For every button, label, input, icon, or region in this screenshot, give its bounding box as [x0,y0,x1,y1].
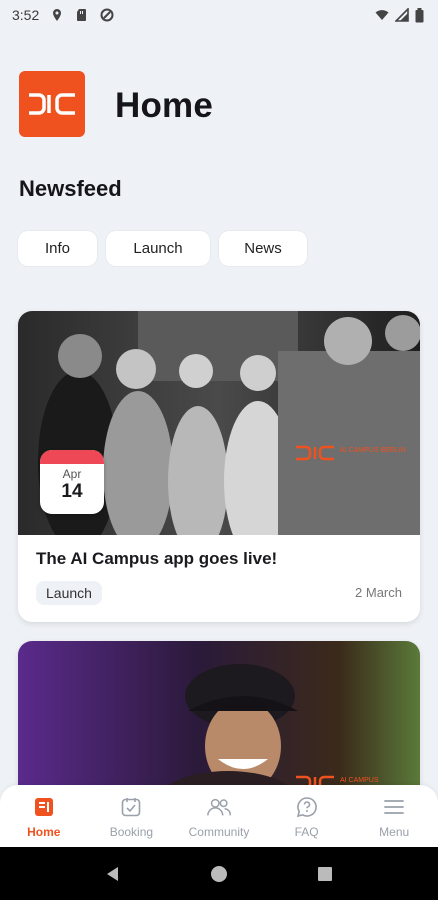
date-day: 14 [61,481,83,502]
news-card-tag: Launch [36,581,102,605]
nav-item-community[interactable]: Community [175,785,263,847]
nav-item-booking[interactable]: Booking [88,785,176,847]
menu-icon [381,794,407,820]
page-title: Home [115,86,214,125]
nav-label-community: Community [188,825,250,839]
nav-item-menu[interactable]: Menu [350,785,438,847]
faq-icon [294,794,320,820]
status-bar: 3:52 [0,0,438,30]
sd-card-icon [77,9,87,21]
nav-label-menu: Menu [379,825,410,839]
wifi-icon [375,10,389,20]
smiling-woman-photo: AI CAMPUS [18,641,420,801]
newsfeed-title: Newsfeed [19,176,122,201]
news-card-date: 2 March [355,585,402,600]
filter-chip-news[interactable]: News [219,231,307,266]
status-right [375,7,424,23]
nav-label-faq: FAQ [294,825,319,839]
nav-label-home: Home [27,825,61,839]
filter-chips: Info Launch News [18,231,307,266]
event-date-badge: Apr 14 [40,450,104,514]
system-nav-bar [0,847,438,900]
status-time: 3:52 [12,7,40,23]
news-card-title: The AI Campus app goes live! [36,549,278,568]
nav-item-faq[interactable]: FAQ [263,785,351,847]
date-month: Apr [62,467,82,481]
nav-item-home[interactable]: Home [0,785,88,847]
dic-logo-icon [29,93,75,115]
home-circle-icon[interactable] [210,865,228,883]
filter-chip-info[interactable]: Info [18,231,97,266]
battery-icon [415,7,424,22]
app-logo [19,71,85,137]
recents-icon[interactable] [316,865,334,883]
news-card-photo: AI CAMPUS [18,641,420,801]
back-icon[interactable] [104,865,122,883]
news-card[interactable]: AI CAMPUS [18,641,420,801]
community-icon [206,794,232,820]
status-left: 3:52 [12,7,114,23]
photo-logo-text: AI CAMPUS [340,777,379,784]
bottom-nav: Home Booking Community FAQ Menu [0,785,438,847]
news-card[interactable]: AI CAMPUS BERLIN Apr 14 The AI Campus ap… [18,311,420,622]
location-icon [53,9,62,21]
home-icon [31,794,57,820]
photo-logo-text: AI CAMPUS BERLIN [340,447,406,454]
booking-icon [118,794,144,820]
news-card-photo: AI CAMPUS BERLIN Apr 14 [18,311,420,535]
signal-icon [395,8,409,22]
data-saver-icon [100,8,114,22]
date-badge-header [40,450,104,464]
nav-label-booking: Booking [109,825,154,839]
filter-chip-launch[interactable]: Launch [106,231,210,266]
